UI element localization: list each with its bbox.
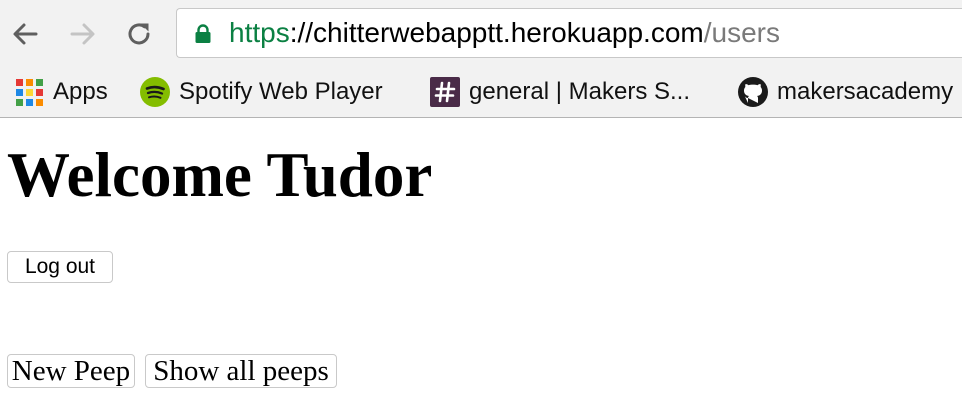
url-path: /users xyxy=(703,17,780,48)
browser-toolbar: https://chitterwebapptt.herokuapp.com/us… xyxy=(0,0,962,70)
apps-grid-icon xyxy=(16,78,43,106)
page-content: Welcome Tudor Log out New Peep Show all … xyxy=(0,118,962,412)
spotify-icon xyxy=(140,77,170,107)
bookmark-github[interactable]: makersacademy xyxy=(738,74,953,110)
back-button[interactable] xyxy=(8,17,42,51)
bookmark-label: general | Makers S... xyxy=(469,78,690,105)
bookmark-slack-general[interactable]: general | Makers S... xyxy=(430,74,690,110)
arrow-left-icon xyxy=(13,23,38,45)
logout-button[interactable]: Log out xyxy=(7,251,113,283)
bookmark-label: makersacademy xyxy=(777,78,954,105)
url-scheme: https xyxy=(229,17,290,48)
welcome-heading: Welcome Tudor xyxy=(7,140,433,210)
address-bar[interactable]: https://chitterwebapptt.herokuapp.com/us… xyxy=(176,8,962,58)
bookmark-label: Apps xyxy=(53,78,108,105)
github-icon xyxy=(738,77,768,107)
forward-button[interactable] xyxy=(66,17,100,51)
reload-icon xyxy=(128,23,150,45)
arrow-right-icon xyxy=(70,23,95,45)
slack-hash-icon xyxy=(430,77,460,107)
new-peep-button[interactable]: New Peep xyxy=(7,354,135,388)
bookmark-label: Spotify Web Player xyxy=(179,78,383,105)
bookmark-spotify[interactable]: Spotify Web Player xyxy=(140,74,383,110)
lock-icon xyxy=(195,24,211,43)
bookmarks-bar: Apps Spotify Web Player general | Makers… xyxy=(0,70,962,118)
url-separator: :// xyxy=(289,17,314,48)
url-host: chitterwebapptt.herokuapp.com xyxy=(313,17,704,48)
reload-button[interactable] xyxy=(122,17,156,51)
show-all-peeps-button[interactable]: Show all peeps xyxy=(145,354,337,388)
url-text: https://chitterwebapptt.herokuapp.com/us… xyxy=(229,17,780,49)
bookmark-apps[interactable]: Apps xyxy=(16,74,108,110)
